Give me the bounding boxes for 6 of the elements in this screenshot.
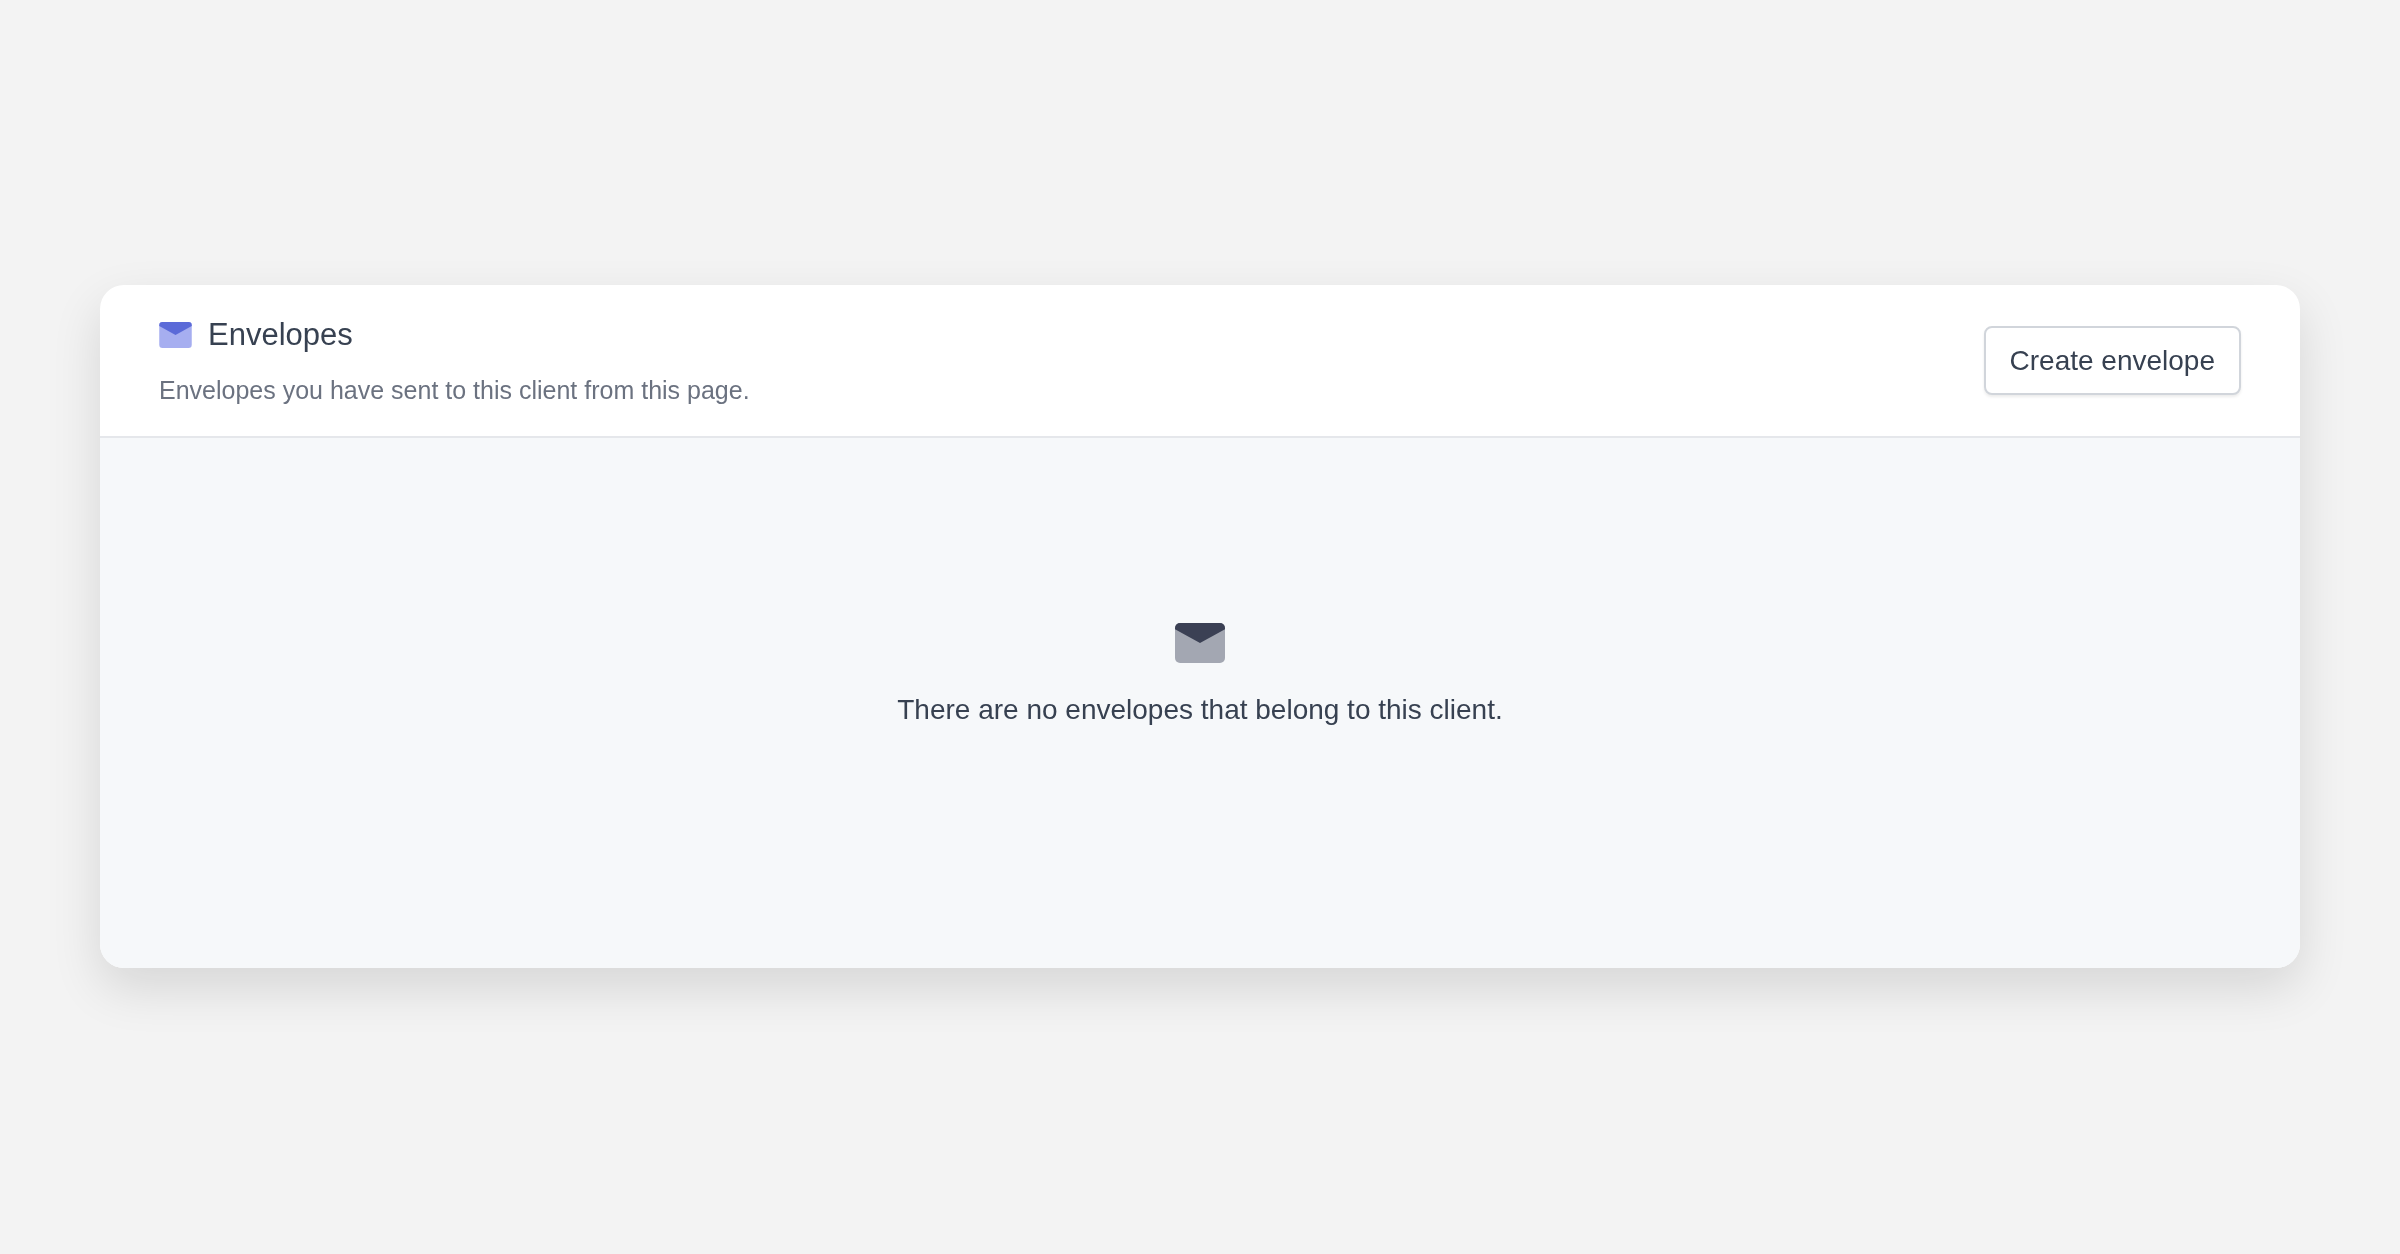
envelope-icon bbox=[159, 321, 192, 348]
empty-state-message: There are no envelopes that belong to this client. bbox=[897, 693, 1503, 727]
envelope-icon bbox=[1175, 623, 1225, 663]
create-envelope-button[interactable]: Create envelope bbox=[1983, 326, 2241, 395]
card-title: Envelopes bbox=[208, 315, 353, 354]
card-subtitle: Envelopes you have sent to this client from this page. bbox=[159, 375, 750, 406]
